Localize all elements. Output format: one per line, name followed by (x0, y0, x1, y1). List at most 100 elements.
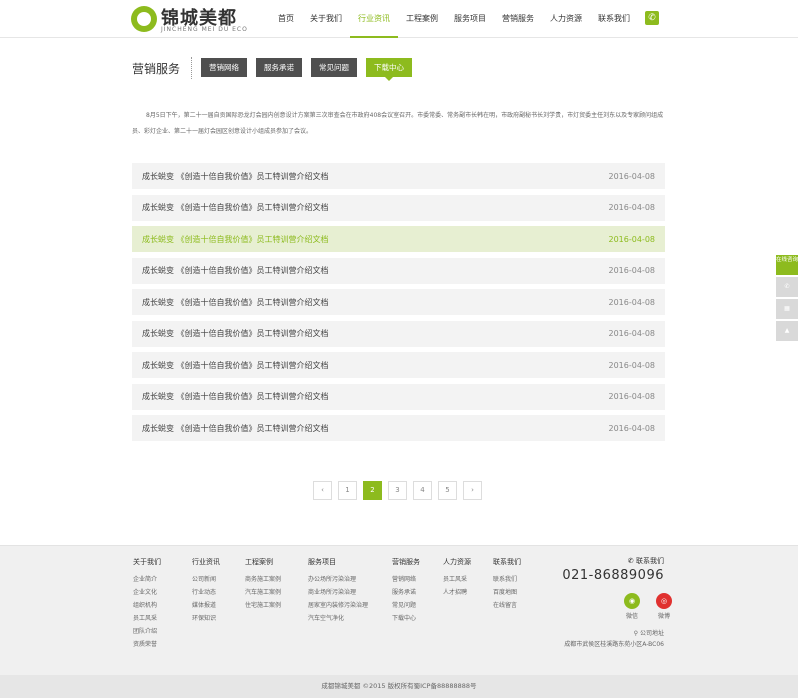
tab-faq[interactable]: 常见问题 (311, 58, 357, 77)
footer-col-hr: 人力资源 员工风采 人才招聘 (443, 557, 471, 599)
footer-link[interactable]: 汽车空气净化 (308, 612, 368, 625)
site-header: 锦城美都 JINCHENG MEI DU ECO 首页 关于我们 行业资讯 工程… (0, 0, 798, 38)
footer-link[interactable]: 环保知识 (192, 612, 220, 625)
pager-page-4[interactable]: 4 (413, 481, 432, 500)
nav-item-cases[interactable]: 工程案例 (398, 0, 446, 38)
nav-item-services[interactable]: 服务项目 (446, 0, 494, 38)
footer-link[interactable]: 在线留言 (493, 599, 521, 612)
list-item[interactable]: 成长蜕变 《创造十倍自我价值》员工特训营介绍文档 2016-04-08 (132, 289, 665, 315)
list-item[interactable]: 成长蜕变 《创造十倍自我价值》员工特训营介绍文档 2016-04-08 (132, 163, 665, 189)
footer-col-cases: 工程案例 商务施工案例 汽车施工案例 住宅施工案例 (245, 557, 281, 612)
footer-link[interactable]: 百度地图 (493, 586, 521, 599)
footer-link[interactable]: 员工风采 (133, 612, 161, 625)
nav-item-hr[interactable]: 人力资源 (542, 0, 590, 38)
phone-icon: ✆ (627, 557, 636, 565)
list-item-date: 2016-04-08 (608, 171, 656, 181)
tab-download-center[interactable]: 下载中心 (366, 58, 412, 81)
list-item-title: 成长蜕变 《创造十倍自我价值》员工特训营介绍文档 (142, 266, 329, 275)
footer-link[interactable]: 团队介绍 (133, 625, 161, 638)
footer-col-contact: 联系我们 联系我们 百度地图 在线留言 (493, 557, 521, 612)
list-item-title: 成长蜕变 《创造十倍自我价值》员工特训营介绍文档 (142, 297, 329, 307)
list-item[interactable]: 成长蜕变 《创造十倍自我价值》员工特训营介绍文档 2016-04-08 (132, 320, 665, 347)
list-item-title: 成长蜕变 《创造十倍自我价值》员工特训营介绍文档 (142, 423, 329, 433)
footer-col-heading[interactable]: 关于我们 (133, 557, 161, 567)
footer-link[interactable]: 商业场所污染治理 (308, 586, 368, 599)
nav-item-about[interactable]: 关于我们 (302, 0, 350, 38)
footer-link[interactable]: 商务施工案例 (245, 573, 281, 586)
footer-link[interactable]: 办公场所污染治理 (308, 573, 368, 586)
footer-link[interactable]: 营销网络 (392, 573, 420, 586)
copyright-bar: 成都锦城美都 ©2015 版权所有蜀ICP备88888888号 (0, 675, 798, 698)
tab-marketing-network[interactable]: 营销网络 (201, 58, 247, 77)
nav-item-home[interactable]: 首页 (270, 0, 302, 38)
pager-page-5[interactable]: 5 (438, 481, 457, 500)
pager-page-2-current[interactable]: 2 (363, 481, 382, 500)
footer-col-heading[interactable]: 联系我们 (493, 557, 521, 567)
footer-col-heading[interactable]: 服务项目 (308, 557, 368, 567)
intro-paragraph: 8月5日下午，第二十一届自贡国际恐龙灯会园内创意设计方案第三次审查会在市政府40… (132, 112, 664, 135)
list-item-highlighted[interactable]: 成长蜕变 《创造十倍自我价值》员工特训营介绍文档 2016-04-08 (132, 226, 665, 252)
back-to-top-icon[interactable]: ▲ (776, 321, 798, 341)
list-item-date: 2016-04-08 (608, 329, 656, 338)
list-item-title: 成长蜕变 《创造十倍自我价值》员工特训营介绍文档 (142, 171, 329, 181)
nav-item-news[interactable]: 行业资讯 (350, 0, 398, 38)
phone-icon[interactable]: ✆ (645, 11, 659, 25)
pager-next-button[interactable]: › (463, 481, 482, 500)
weibo-link[interactable]: ◎ 微博 (652, 593, 676, 620)
wechat-label: 微信 (625, 613, 638, 620)
footer-link[interactable]: 企业简介 (133, 573, 161, 586)
side-float-bar: 在线咨询 ✆ ▦ ▲ (776, 255, 798, 343)
footer-link[interactable]: 企业文化 (133, 586, 161, 599)
list-item-title: 成长蜕变 《创造十倍自我价值》员工特训营介绍文档 (142, 329, 329, 338)
phone-icon[interactable]: ✆ (776, 277, 798, 297)
list-item[interactable]: 成长蜕变 《创造十倍自我价值》员工特训营介绍文档 2016-04-08 (132, 383, 665, 410)
footer-col-heading[interactable]: 营销服务 (392, 557, 420, 567)
contact-phone-number: 021-86889096 (562, 568, 664, 583)
list-item-date: 2016-04-08 (608, 423, 656, 433)
qrcode-icon[interactable]: ▦ (776, 299, 798, 319)
footer-link[interactable]: 媒体报道 (192, 599, 220, 612)
footer-col-heading[interactable]: 人力资源 (443, 557, 471, 567)
footer-link[interactable]: 住宅施工案例 (245, 599, 281, 612)
list-item-date: 2016-04-08 (608, 203, 656, 212)
footer-col-heading[interactable]: 行业资讯 (192, 557, 220, 567)
section-divider (191, 57, 192, 79)
list-item[interactable]: 成长蜕变 《创造十倍自我价值》员工特训营介绍文档 2016-04-08 (132, 257, 665, 284)
main-nav: 首页 关于我们 行业资讯 工程案例 服务项目 营销服务 人力资源 联系我们 (270, 0, 638, 38)
contact-label: 联系我们 (636, 557, 664, 565)
pager-page-1[interactable]: 1 (338, 481, 357, 500)
footer-link[interactable]: 汽车施工案例 (245, 586, 281, 599)
list-item[interactable]: 成长蜕变 《创造十倍自我价值》员工特训营介绍文档 2016-04-08 (132, 415, 665, 441)
pager-prev-button[interactable]: ‹ (313, 481, 332, 500)
company-address: 成都市武侯区桂溪路东苑小区A-BC06 (564, 641, 664, 648)
footer-link[interactable]: 员工风采 (443, 573, 471, 586)
list-item[interactable]: 成长蜕变 《创造十倍自我价值》员工特训营介绍文档 2016-04-08 (132, 352, 665, 378)
logo-subtitle: JINCHENG MEI DU ECO (161, 26, 248, 33)
list-item-title: 成长蜕变 《创造十倍自我价值》员工特训营介绍文档 (142, 234, 329, 244)
list-item[interactable]: 成长蜕变 《创造十倍自我价值》员工特训营介绍文档 2016-04-08 (132, 194, 665, 221)
footer-link[interactable]: 服务承诺 (392, 586, 420, 599)
footer-link[interactable]: 常见问题 (392, 599, 420, 612)
footer-link[interactable]: 行业动态 (192, 586, 220, 599)
list-item-date: 2016-04-08 (608, 392, 656, 401)
footer-link[interactable]: 居家室内装修污染治理 (308, 599, 368, 612)
nav-item-contact[interactable]: 联系我们 (590, 0, 638, 38)
footer-link[interactable]: 联系我们 (493, 573, 521, 586)
footer-col-heading[interactable]: 工程案例 (245, 557, 281, 567)
logo[interactable]: 锦城美都 JINCHENG MEI DU ECO (131, 4, 249, 34)
footer-link[interactable]: 公司新闻 (192, 573, 220, 586)
list-item-title: 成长蜕变 《创造十倍自我价值》员工特训营介绍文档 (142, 360, 329, 370)
footer-col-marketing: 营销服务 营销网络 服务承诺 常见问题 下载中心 (392, 557, 420, 625)
tab-service-promise[interactable]: 服务承诺 (256, 58, 302, 77)
address-label: 公司地址 (639, 630, 664, 637)
online-consult-button[interactable]: 在线咨询 (776, 255, 798, 275)
wechat-link[interactable]: ◉ 微信 (620, 593, 644, 620)
footer-link[interactable]: 组织机构 (133, 599, 161, 612)
section-title: 营销服务 (132, 62, 181, 76)
pager-page-3[interactable]: 3 (388, 481, 407, 500)
footer-link[interactable]: 资质荣誉 (133, 638, 161, 651)
footer-link[interactable]: 人才招聘 (443, 586, 471, 599)
nav-item-marketing[interactable]: 营销服务 (494, 0, 542, 38)
footer-link[interactable]: 下载中心 (392, 612, 420, 625)
pagination: ‹ 1 2 3 4 5 › (313, 481, 488, 500)
